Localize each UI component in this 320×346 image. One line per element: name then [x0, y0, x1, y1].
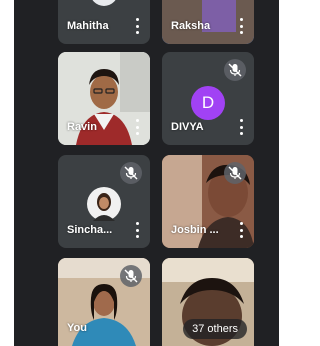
participant-tile-ravin[interactable]: Ravin — [58, 52, 150, 145]
participant-name: Mahitha — [67, 20, 109, 32]
participant-tile-josbin[interactable]: Josbin ... — [162, 155, 254, 248]
overflow-tile[interactable]: 37 others — [162, 258, 254, 346]
participant-name: Josbin ... — [171, 224, 219, 236]
more-options-icon[interactable] — [132, 222, 142, 238]
participant-name: Ravin — [67, 121, 97, 133]
participant-tile-sincha[interactable]: Sincha... — [58, 155, 150, 248]
meeting-grid: Mahitha Raksha Ravin D DIVYA Sincha... J… — [14, 0, 279, 346]
participant-tile-raksha[interactable]: Raksha — [162, 0, 254, 44]
participant-name: Raksha — [171, 20, 211, 32]
more-options-icon[interactable] — [132, 119, 142, 135]
more-options-icon[interactable] — [236, 119, 246, 135]
avatar: D — [191, 86, 225, 120]
mic-off-icon — [224, 162, 246, 184]
mic-off-icon — [224, 59, 246, 81]
participant-tile-divya[interactable]: D DIVYA — [162, 52, 254, 145]
participant-name: You — [67, 322, 87, 334]
more-options-icon[interactable] — [236, 18, 246, 34]
mic-off-icon — [120, 162, 142, 184]
others-count-badge[interactable]: 37 others — [183, 319, 247, 339]
participant-tile-you[interactable]: You — [58, 258, 150, 346]
avatar — [87, 187, 121, 221]
more-options-icon[interactable] — [236, 222, 246, 238]
participant-tile-mahitha[interactable]: Mahitha — [58, 0, 150, 44]
mic-off-icon — [120, 265, 142, 287]
participant-name: Sincha... — [67, 224, 113, 236]
more-options-icon[interactable] — [132, 18, 142, 34]
participant-name: DIVYA — [171, 121, 204, 133]
